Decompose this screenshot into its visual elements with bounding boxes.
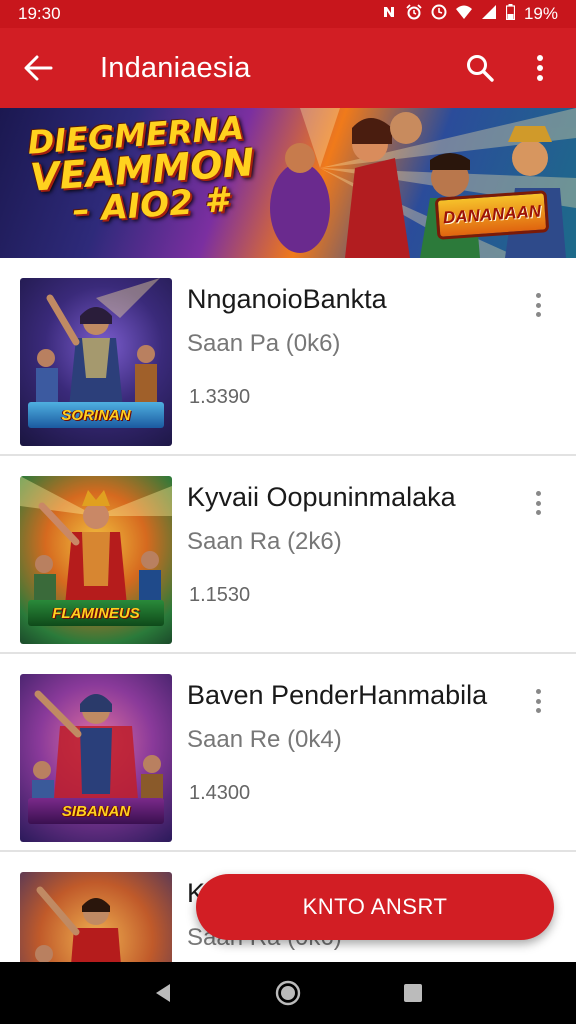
list-item[interactable]: FLAMINEUS Kyvaii Oopuninmalaka Saan Ra (…: [0, 456, 576, 654]
alarm-icon: [406, 3, 422, 25]
signal-icon: [481, 4, 497, 25]
arrow-left-icon: [24, 55, 53, 81]
thumbnail-caption: SIBANAN: [28, 798, 164, 824]
more-vert-icon: [535, 491, 541, 496]
overflow-menu-button[interactable]: [512, 28, 568, 108]
item-title: NnganoioBankta: [187, 284, 387, 314]
list-item[interactable]: SIBANAN Baven PenderHanmabila Saan Re (0…: [0, 654, 576, 852]
item-count: 1.1530: [189, 584, 251, 606]
wifi-icon: [455, 4, 472, 25]
more-vert-icon: [535, 689, 541, 694]
item-title: Kyvaii Oopuninmalaka: [187, 482, 456, 512]
triangle-back-icon: [155, 984, 170, 1002]
search-button[interactable]: [448, 28, 512, 108]
more-vert-icon: [535, 293, 541, 298]
page-title: Indaniaesia: [100, 51, 251, 84]
nfc-icon: [381, 4, 397, 25]
item-subtitle: Saan Re (0k4): [187, 726, 342, 753]
search-icon: [467, 55, 494, 82]
system-nav-bar: [0, 962, 576, 1024]
nav-recents-button[interactable]: [393, 973, 433, 1013]
promo-banner[interactable]: DIEGMERNA VEAMMON – AIO2 # DANANAAN: [0, 108, 576, 258]
item-count: 1.4300: [189, 782, 251, 804]
item-title: Baven PenderHanmabila: [187, 680, 488, 710]
item-count: 1.3390: [189, 386, 251, 408]
list-item[interactable]: SORINAN NnganoioBankta Saan Pa (0k6) 1.3…: [0, 258, 576, 456]
circle-home-icon: [275, 980, 301, 1006]
game-thumbnail: FLAMINEUS: [20, 476, 172, 644]
square-recents-icon: [404, 984, 423, 1002]
item-more-button[interactable]: [526, 488, 550, 518]
thumbnail-caption: FLAMINEUS: [28, 600, 164, 626]
back-button[interactable]: [0, 28, 76, 108]
item-subtitle: Saan Ra (2k6): [187, 528, 342, 555]
nav-home-button[interactable]: [268, 973, 308, 1013]
battery-icon: [505, 3, 516, 25]
item-subtitle: Saan Pa (0k6): [187, 330, 341, 357]
status-time: 19:30: [18, 4, 61, 23]
battery-percent: 19%: [523, 4, 558, 23]
app-bar: Indaniaesia: [0, 28, 576, 108]
game-thumbnail: SORINAN: [20, 278, 172, 446]
game-thumbnail: SIBANAN: [20, 674, 172, 842]
clock-icon: [431, 4, 447, 25]
item-more-button[interactable]: [526, 686, 550, 716]
status-icons: 19%: [381, 3, 558, 25]
item-more-button[interactable]: [526, 290, 550, 320]
banner-title: DIEGMERNA VEAMMON – AIO2 #: [26, 109, 284, 231]
more-vert-icon: [537, 55, 543, 81]
install-button[interactable]: KNTO ANSRT: [196, 874, 554, 940]
thumbnail-caption: SORINAN: [28, 402, 164, 428]
nav-back-button[interactable]: [143, 973, 183, 1013]
banner-logo: DANANAAN: [434, 190, 550, 240]
status-bar: 19:30 19%: [0, 0, 576, 28]
